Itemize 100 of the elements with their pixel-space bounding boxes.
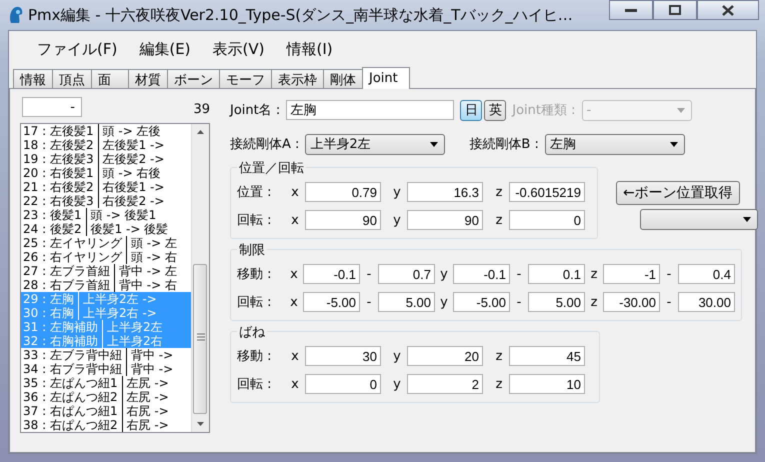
minimize-button[interactable] — [609, 0, 653, 20]
scroll-thumb[interactable] — [193, 264, 207, 414]
list-item[interactable]: 25 : 左イヤリング 頭 -> 左 — [21, 236, 191, 250]
number-field[interactable]: 16.3 — [407, 182, 483, 202]
close-button[interactable] — [697, 0, 759, 20]
axis-label: y — [392, 376, 402, 392]
language-button[interactable]: 英 — [484, 100, 506, 120]
list-item[interactable]: 34 : 右ブラ背中紐 背中 -> — [21, 362, 191, 376]
list-item[interactable]: 27 : 左ブラ首紐 背中 -> 左 — [21, 264, 191, 278]
tab[interactable]: 面 — [91, 69, 129, 88]
list-item[interactable]: 22 : 右後髪3 右後髪2 -> — [21, 194, 191, 208]
list-item[interactable]: 23 : 後髪1 頭 -> 後髪1 — [21, 208, 191, 222]
axis-label: y — [392, 212, 402, 228]
axis-label: z — [590, 294, 598, 310]
list-item[interactable]: 33 : 左ブラ背中紐 背中 -> — [21, 348, 191, 362]
number-field[interactable]: 2 — [407, 374, 483, 394]
axis-label: x — [290, 348, 300, 364]
list-item[interactable]: 26 : 右イヤリング 頭 -> 右 — [21, 250, 191, 264]
number-field[interactable]: 20 — [407, 346, 483, 366]
number-field[interactable]: -5.00 — [303, 292, 360, 312]
axis-label: z — [494, 212, 504, 228]
maximize-button[interactable] — [653, 0, 697, 20]
tab[interactable]: 頂点 — [52, 69, 92, 88]
number-field[interactable]: -30.00 — [603, 292, 660, 312]
number-field[interactable]: 0.7 — [378, 264, 435, 284]
number-field[interactable]: 5.00 — [528, 292, 585, 312]
range-dash: - — [366, 294, 372, 310]
rigid-body-dropdown[interactable]: 上半身2左 — [305, 134, 446, 154]
number-field[interactable]: 0 — [305, 374, 381, 394]
number-field[interactable]: -0.1 — [303, 264, 360, 284]
list-item[interactable]: 24 : 後髪2 後髪1 -> 後髪 — [21, 222, 191, 236]
tab[interactable]: Joint — [362, 67, 410, 89]
list-item[interactable]: 36 : 左ぱんつ紐2 左尻 -> — [21, 390, 191, 404]
minimize-icon — [625, 8, 637, 12]
list-item[interactable]: 37 : 右ぱんつ紐1 右尻 -> — [21, 404, 191, 418]
number-field[interactable]: -5.00 — [453, 292, 510, 312]
number-field[interactable]: 0.79 — [305, 182, 381, 202]
range-dash: - — [516, 294, 522, 310]
group-title: ばね — [237, 323, 267, 341]
menu-item[interactable]: ファイル(F) — [33, 38, 122, 61]
tab[interactable]: ボーン — [167, 69, 220, 88]
axis-label: y — [439, 294, 449, 310]
bone-position-button[interactable]: ←ボーン位置取得 — [616, 181, 740, 205]
app-logo-icon — [8, 6, 24, 24]
filter-field[interactable]: - — [22, 97, 82, 117]
list-item[interactable]: 38 : 右ぱんつ紐2 右尻 -> — [21, 418, 191, 432]
axis-label: x — [290, 184, 300, 200]
field-label: 接続剛体A : — [230, 136, 300, 153]
window-title: Pmx編集 - 十六夜咲夜Ver2.10_Type-S(ダンス_南半球な水着_Tバック_ハイヒ… — [28, 6, 574, 24]
group-title: 位置／回転 — [237, 159, 306, 177]
number-field[interactable]: 30.00 — [678, 292, 735, 312]
menu-item[interactable]: 編集(E) — [135, 38, 195, 61]
scrollbar[interactable] — [191, 124, 209, 432]
grip-icon — [197, 333, 205, 341]
joint-name-field[interactable]: 左胸 — [286, 100, 454, 120]
rigid-body-dropdown[interactable]: 左胸 — [544, 134, 685, 154]
tab[interactable]: 材質 — [128, 69, 168, 88]
row-label: 回転 : — [237, 294, 273, 311]
axis-label: z — [494, 348, 504, 364]
number-field[interactable]: -0.1 — [453, 264, 510, 284]
list-item[interactable]: 35 : 左ぱんつ紐1 左尻 -> — [21, 376, 191, 390]
tab[interactable]: 情報 — [13, 69, 53, 88]
dropdown-arrow-icon — [430, 142, 438, 146]
number-field[interactable]: 90 — [305, 210, 381, 230]
close-icon — [722, 4, 734, 16]
row-label: 回転 : — [237, 212, 273, 229]
menu-item[interactable]: 情報(I) — [282, 38, 337, 61]
number-field[interactable]: 0.4 — [678, 264, 735, 284]
group-title: 制限 — [237, 241, 267, 259]
range-dash: - — [666, 266, 672, 282]
field-label: Joint種類 : — [512, 102, 576, 119]
number-field[interactable]: 5.00 — [378, 292, 435, 312]
number-field[interactable]: 30 — [305, 346, 381, 366]
row-label: 移動 : — [237, 266, 273, 283]
menu-item[interactable]: 表示(V) — [208, 38, 268, 61]
range-dash: - — [516, 266, 522, 282]
number-field[interactable]: 90 — [407, 210, 483, 230]
number-field[interactable]: -0.6015219 — [509, 182, 585, 202]
list-item[interactable]: 17 : 左後髪1 頭 -> 左後 — [21, 124, 191, 138]
list-item[interactable]: 19 : 左後髪3 左後髪2 -> — [21, 152, 191, 166]
axis-label: z — [494, 184, 504, 200]
number-field[interactable]: 0.1 — [528, 264, 585, 284]
tab[interactable]: モーフ — [219, 69, 272, 88]
maximize-icon — [669, 5, 681, 15]
tab[interactable]: 剛体 — [323, 69, 363, 88]
language-button[interactable]: 日 — [460, 100, 482, 120]
dropdown-arrow-icon — [670, 142, 678, 146]
axis-label: z — [494, 376, 504, 392]
row-label: 回転 : — [237, 376, 273, 393]
list-item[interactable]: 21 : 右後髪2 右後髪1 -> — [21, 180, 191, 194]
number-field[interactable]: -1 — [603, 264, 660, 284]
dropdown-arrow-icon — [676, 108, 684, 112]
list-item[interactable]: 18 : 左後髪2 左後髪1 -> — [21, 138, 191, 152]
tab[interactable]: 表示枠 — [271, 69, 324, 88]
bone-dropdown[interactable] — [640, 209, 758, 230]
list-item[interactable]: 20 : 右後髪1 頭 -> 右後 — [21, 166, 191, 180]
number-field[interactable]: 45 — [509, 346, 585, 366]
number-field[interactable]: 10 — [509, 374, 585, 394]
number-field[interactable]: 0 — [509, 210, 585, 230]
axis-label: z — [590, 266, 598, 282]
